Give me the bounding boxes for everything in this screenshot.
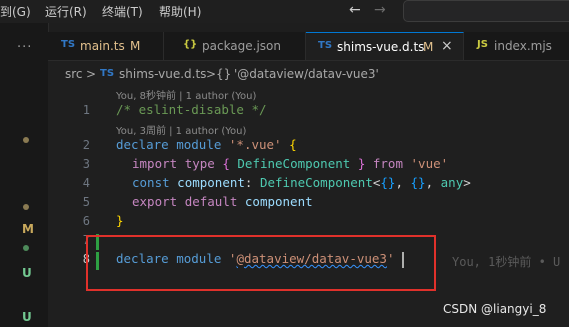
git-untracked-marker: U [22,266,32,280]
tab-shims-vue-d-ts[interactable]: TS shims-vue.d.ts M × [306,32,464,60]
git-untracked-marker: U [22,310,32,324]
menu-goto[interactable]: 到(G) [0,3,31,20]
command-center-search[interactable] [403,0,569,22]
tab-label: main.ts [80,39,125,53]
menu-run[interactable]: 运行(R) [45,3,87,20]
tab-main-ts[interactable]: TS main.ts M [48,32,164,60]
code-line-5: export default component [132,194,313,209]
module-symbol-icon: {} [216,67,232,81]
line-number: 5 [82,195,90,209]
typescript-icon: TS [318,40,333,51]
breadcrumb-symbol[interactable]: '@dataview/datav-vue3' [234,67,379,81]
menu-help[interactable]: 帮助(H) [159,3,201,20]
typescript-icon: TS [100,68,115,79]
chevron-right-icon: > [86,67,97,81]
codelens-blame[interactable]: You, 8秒钟前 | 1 author (You) [116,87,256,102]
tab-modified-badge: M [130,39,141,53]
activity-bar: ··· M U U [0,23,49,327]
tab-package-json[interactable]: {} package.json [164,32,306,60]
json-icon: {} [183,39,198,50]
line-number: 8 [82,252,90,266]
line-number: 1 [82,103,90,117]
more-icon[interactable]: ··· [17,40,32,55]
line-number: 2 [82,138,90,152]
line-number: 4 [82,176,90,190]
code-line-2: declare module '*.vue' { [116,137,297,152]
menu-terminal[interactable]: 终端(T) [102,3,143,20]
inline-blame: You, 1秒钟前 • U [452,255,561,269]
tab-label: shims-vue.d.ts [337,40,425,54]
tab-label: index.mjs [494,39,552,53]
line-number: 7 [82,233,90,247]
close-icon[interactable]: × [441,38,453,54]
breadcrumb: src > TS shims-vue.d.ts > {} '@dataview/… [48,61,569,85]
forward-arrow-icon[interactable]: → [374,2,386,18]
modified-dot-icon [23,137,29,143]
code-line-1: /* eslint-disable */ [116,102,267,117]
annotation-highlight-box [86,235,436,291]
editor-tabs: TS main.ts M {} package.json TS shims-vu… [48,32,569,61]
javascript-icon: JS [477,39,488,50]
code-line-6: } [116,213,124,228]
code-line-4: const component: DefineComponent<{}, {},… [132,175,471,190]
codelens-blame[interactable]: You, 3周前 | 1 author (You) [116,122,246,137]
line-number: 6 [82,214,90,228]
back-arrow-icon[interactable]: ← [349,2,361,18]
git-modified-marker: M [22,222,34,236]
tab-modified-badge: M [423,40,434,54]
modified-dot-icon [23,204,29,210]
chevron-right-icon: > [206,67,217,81]
typescript-icon: TS [61,39,76,50]
tab-label: package.json [202,39,282,53]
breadcrumb-file[interactable]: shims-vue.d.ts [119,67,206,81]
code-line-3: import type { DefineComponent } from 'vu… [132,156,449,171]
added-dot-icon [23,245,29,251]
tab-index-mjs[interactable]: JS index.mjs [465,32,569,60]
breadcrumb-folder[interactable]: src [65,67,83,81]
line-number: 3 [82,157,90,171]
menu-bar: 到(G) 运行(R) 终端(T) 帮助(H) ← → [0,0,569,23]
watermark: CSDN @liangyi_8 [443,302,547,316]
